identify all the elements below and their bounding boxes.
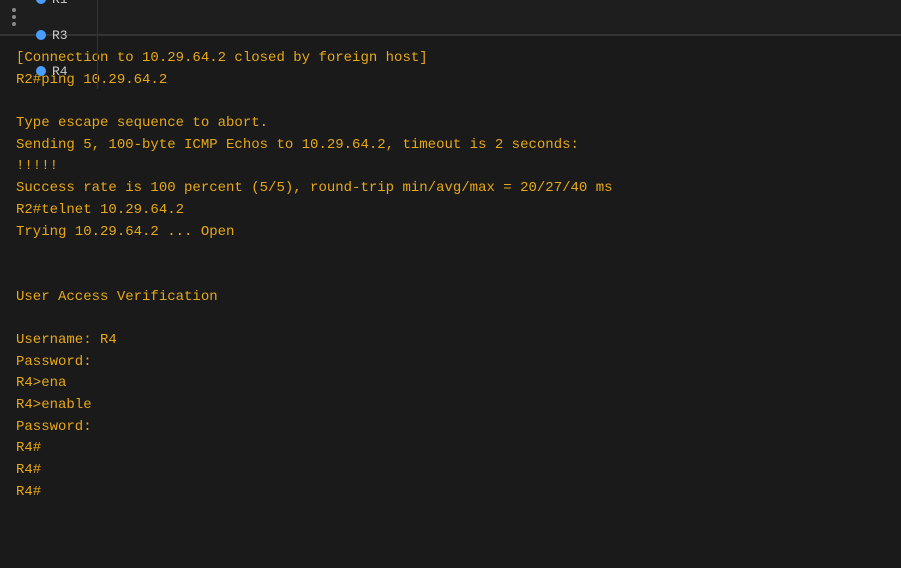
tab-r1[interactable]: R1 <box>24 0 98 17</box>
tab-r4[interactable]: R4 <box>24 53 98 89</box>
tab-dot-r1 <box>36 0 46 4</box>
tabs-container: R2×R1R3R4 <box>24 0 98 89</box>
tab-label-r3: R3 <box>52 28 68 43</box>
tab-dot-r4 <box>36 66 46 76</box>
drag-handle[interactable] <box>4 4 24 30</box>
app-container: R2×R1R3R4 [Connection to 10.29.64.2 clos… <box>0 0 901 568</box>
tab-r3[interactable]: R3 <box>24 17 98 53</box>
terminal-window[interactable]: [Connection to 10.29.64.2 closed by fore… <box>0 36 901 568</box>
tab-label-r1: R1 <box>52 0 68 7</box>
tab-dot-r3 <box>36 30 46 40</box>
terminal-output: [Connection to 10.29.64.2 closed by fore… <box>16 48 885 503</box>
tab-label-r4: R4 <box>52 64 68 79</box>
tab-bar: R2×R1R3R4 <box>0 0 901 36</box>
